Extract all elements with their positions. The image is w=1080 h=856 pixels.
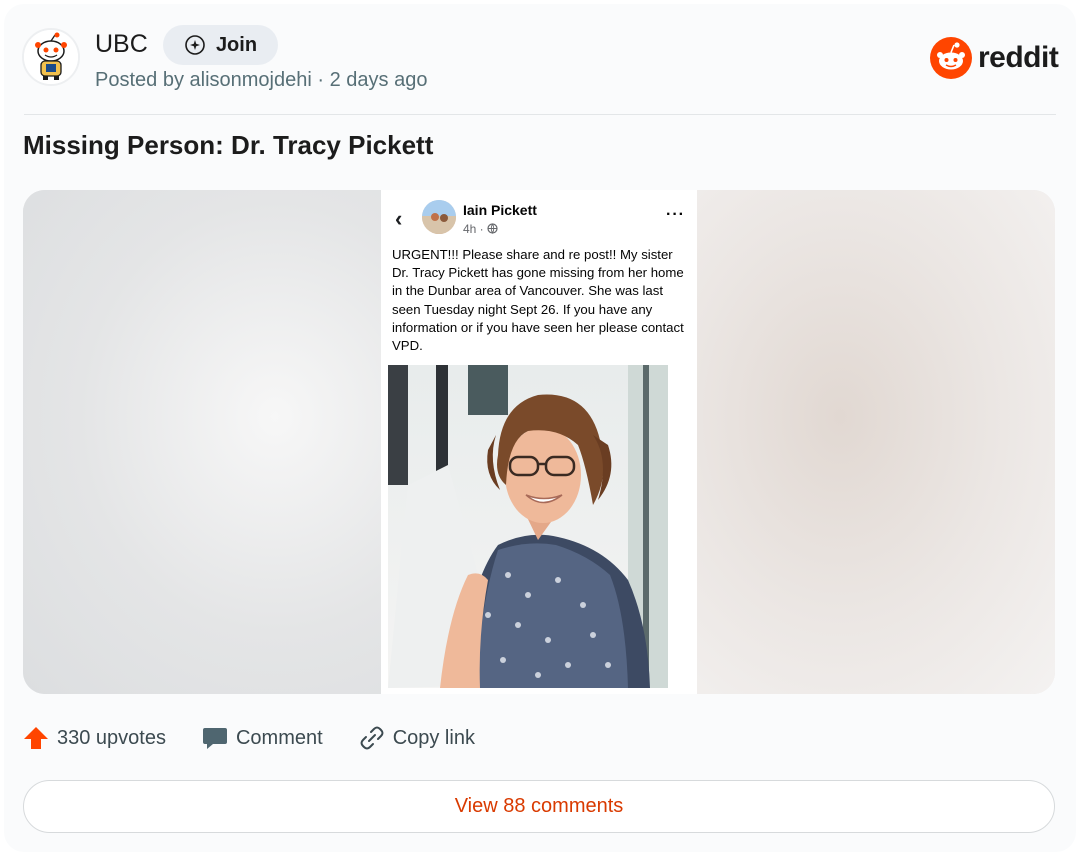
posted-prefix: Posted by bbox=[95, 69, 190, 91]
upvote-button[interactable]: 330 upvotes bbox=[23, 725, 166, 751]
post-actions: 330 upvotes Comment Copy link bbox=[23, 720, 511, 756]
reddit-alien-icon bbox=[930, 37, 972, 79]
embedded-time-text: 4h · bbox=[463, 222, 488, 236]
embedded-author-avatar bbox=[422, 200, 456, 234]
back-arrow-icon: ‹ bbox=[395, 206, 403, 231]
globe-icon bbox=[487, 223, 498, 234]
embedded-screenshot: ‹ Iain Pickett 4h · ··· URGENT!!! Please… bbox=[381, 190, 697, 694]
upvote-count: 330 upvotes bbox=[57, 726, 166, 749]
copy-link-label: Copy link bbox=[392, 726, 475, 749]
embedded-post-time: 4h · bbox=[463, 222, 498, 236]
comment-label: Comment bbox=[235, 726, 323, 749]
snoo-mascot-icon bbox=[24, 30, 78, 84]
plus-circle-icon bbox=[185, 35, 205, 55]
join-label: Join bbox=[215, 33, 258, 56]
post-time: 2 days ago bbox=[329, 69, 428, 91]
reddit-wordmark: reddit bbox=[978, 41, 1059, 74]
comment-bubble-icon bbox=[202, 728, 227, 749]
author-link[interactable]: alisonmojdehi bbox=[190, 69, 312, 91]
missing-person-photo bbox=[388, 365, 668, 688]
profile-photo-icon bbox=[422, 200, 456, 234]
join-button[interactable]: Join bbox=[163, 25, 278, 65]
woman-portrait-image bbox=[388, 365, 668, 688]
copy-link-button[interactable]: Copy link bbox=[359, 725, 475, 751]
upvote-arrow-icon bbox=[24, 727, 48, 749]
post-media[interactable]: ‹ Iain Pickett 4h · ··· URGENT!!! Please… bbox=[23, 190, 1055, 694]
embedded-author-name: Iain Pickett bbox=[463, 202, 537, 218]
more-options-icon: ··· bbox=[666, 206, 685, 223]
subreddit-name[interactable]: UBC bbox=[95, 30, 148, 59]
reddit-logo: reddit bbox=[930, 36, 1059, 80]
link-icon bbox=[360, 726, 384, 750]
media-blur-left bbox=[23, 190, 383, 694]
post-meta: Posted by alisonmojdehi · 2 days ago bbox=[95, 69, 427, 92]
time-separator: · bbox=[311, 69, 330, 91]
media-blur-right bbox=[697, 190, 1055, 694]
embedded-post-body: URGENT!!! Please share and re post!! My … bbox=[392, 247, 684, 354]
header-divider bbox=[24, 114, 1056, 115]
view-comments-label: View 88 comments bbox=[454, 795, 624, 817]
view-comments-button[interactable]: View 88 comments bbox=[23, 780, 1055, 833]
post-title[interactable]: Missing Person: Dr. Tracy Pickett bbox=[23, 130, 433, 161]
subreddit-avatar[interactable] bbox=[22, 28, 80, 86]
comment-button[interactable]: Comment bbox=[202, 725, 323, 751]
